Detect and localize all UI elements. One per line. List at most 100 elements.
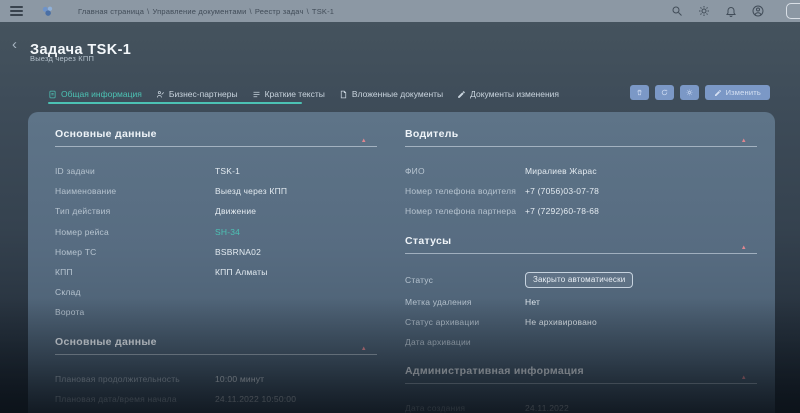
tab-bar: Общая информация Бизнес-партнеры Краткие… (48, 84, 559, 104)
breadcrumb-item-registry[interactable]: Реестр задач (255, 7, 304, 16)
record-toolbar: Изменить (629, 85, 770, 100)
section-driver: Водитель ▲ ФИО Миралиев Жарас Номер телеф… (405, 128, 757, 222)
field-value: +7 (7292)60-78-68 (525, 206, 600, 217)
section-statuses: Статусы ▲ Статус Закрыто автоматически Ме… (405, 235, 757, 353)
field-row: Плановая дата/время начала 24.11.2022 10:… (55, 389, 377, 409)
field-value: Не архивировано (525, 316, 597, 327)
field-value: 24.11.2022 10:50:00 (215, 393, 297, 404)
field-value: TSK-1 (215, 166, 241, 177)
left-column: Основные данные ▲ ID задачи TSK-1 Наимено… (55, 128, 377, 413)
list-icon (253, 91, 260, 97)
field-value: +7 (7056)03-07-78 (525, 186, 600, 197)
gear-icon[interactable] (698, 5, 710, 17)
field-label: ФИО (405, 166, 425, 177)
search-icon[interactable] (671, 5, 683, 17)
settings-button[interactable] (679, 85, 699, 100)
refresh-icon (661, 89, 667, 96)
field-row: Фактическая дата/время начала24.11.2022 … (55, 409, 377, 413)
field-label: Номер рейса (55, 226, 109, 237)
content-panel: Основные данные ▲ ID задачи TSK-1 Наимено… (28, 112, 775, 413)
delete-button[interactable] (629, 85, 649, 100)
field-row: Склад (55, 282, 377, 302)
tab-label: Вложенные документы (351, 89, 444, 99)
field-value: Нет (525, 296, 541, 307)
tab-label: Документы изменения (470, 89, 560, 99)
field-label: Статус архивации (405, 316, 480, 327)
field-label: Плановая дата/время начала (55, 393, 177, 404)
field-label: Метка удаления (405, 296, 472, 307)
section-title-text: Статусы (405, 234, 452, 247)
status-badge: Закрыто автоматически (525, 271, 634, 288)
field-row: Номер телефона водителя +7 (7056)03-07-78 (405, 181, 757, 201)
tab-label: Краткие тексты (264, 89, 325, 99)
field-value: Движение (215, 206, 257, 217)
trip-number-link[interactable]: SH-34 (215, 227, 240, 237)
field-row: Дата архивации (405, 332, 757, 352)
field-row: Тип действия Движение (55, 201, 377, 221)
document-icon (49, 90, 56, 98)
tab-label: Общая информация (61, 89, 142, 99)
field-row: ФИО Миралиев Жарас (405, 161, 757, 181)
field-row: Статус архивации Не архивировано (405, 312, 757, 332)
profile-icon[interactable] (752, 5, 764, 17)
gear-icon (686, 89, 692, 96)
bell-icon[interactable] (725, 5, 737, 17)
tab-short-texts[interactable]: Краткие тексты (252, 89, 325, 99)
edit-button[interactable]: Изменить (704, 85, 770, 100)
field-label: Тип действия (55, 206, 111, 217)
app-window: Главная страница \ Управление документами \… (0, 0, 800, 413)
window-edge-element (786, 3, 800, 19)
breadcrumb-separator: \ (147, 6, 150, 16)
field-row: Статус Закрыто автоматически (405, 268, 757, 292)
breadcrumb-item-home[interactable]: Главная страница (78, 7, 144, 16)
breadcrumb-item-docs[interactable]: Управление документами (152, 7, 246, 16)
field-row: Наименование Выезд через КПП (55, 181, 377, 201)
tab-change-documents[interactable]: Документы изменения (457, 89, 559, 99)
section-header: Основные данные ▲ (55, 128, 377, 147)
edit-button-label: Изменить (725, 88, 761, 97)
field-label: ID задачи (55, 166, 95, 177)
tab-label: Бизнес-партнеры (168, 89, 238, 99)
tab-attached-documents[interactable]: Вложенные документы (339, 89, 443, 99)
field-value: Миралиев Жарас (525, 166, 597, 177)
section-admin-info: Административная информация ▲ Дата созда… (405, 365, 757, 413)
warning-triangle-icon: ▲ (740, 375, 747, 382)
field-row: Плановая продолжительность 10:00 минут (55, 369, 377, 389)
field-row: Ворота (55, 302, 377, 322)
field-label: КПП (55, 267, 73, 278)
partner-icon (156, 90, 164, 98)
field-value: 24.11.2022 (525, 403, 569, 413)
field-row: Метка удаления Нет (405, 292, 757, 312)
field-label: Дата архивации (405, 337, 471, 348)
trash-icon (637, 89, 642, 96)
warning-triangle-icon: ▲ (360, 345, 367, 352)
app-logo (42, 6, 53, 16)
field-label: Дата создания (405, 403, 466, 413)
section-title-text: Административная информация (405, 365, 584, 378)
field-label: Плановая продолжительность (55, 373, 180, 384)
field-label: Ворота (55, 307, 85, 318)
breadcrumb-item-current: TSK-1 (311, 6, 335, 16)
back-chevron-icon[interactable]: ‹ (12, 36, 17, 53)
page-subtitle: Выезд через КПП (30, 54, 95, 63)
section-title-text: Основные данные (55, 335, 157, 348)
field-value: КПП Алматы (215, 267, 268, 278)
field-label: Статус (405, 274, 434, 285)
refresh-button[interactable] (654, 85, 674, 100)
tab-business-partners[interactable]: Бизнес-партнеры (156, 89, 238, 99)
topbar: Главная страница \ Управление документами \… (0, 0, 800, 22)
field-label: Наименование (55, 186, 117, 197)
field-label: Номер телефона партнера (405, 206, 517, 217)
field-value: 10:00 минут (215, 373, 265, 384)
breadcrumb-separator: \ (306, 6, 309, 16)
warning-triangle-icon: ▲ (740, 244, 747, 251)
section-header: Статусы ▲ (405, 235, 757, 254)
section-header: Основные данные ▲ (55, 336, 377, 355)
menu-icon[interactable] (10, 6, 23, 16)
field-row: Номер ТС BSBRNA02 (55, 242, 377, 262)
field-label: Склад (55, 287, 81, 298)
tab-general-info[interactable]: Общая информация (48, 89, 142, 99)
active-tab-indicator (48, 102, 302, 104)
field-label: Номер ТС (55, 246, 97, 257)
section-main-data: Основные данные ▲ ID задачи TSK-1 Наимено… (55, 128, 377, 323)
